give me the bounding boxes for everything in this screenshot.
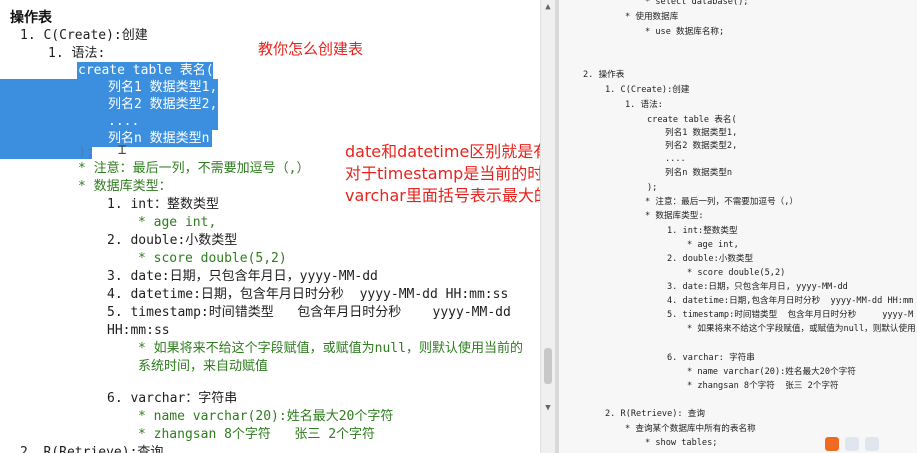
list-item: HH:mm:ss [107,323,170,338]
vertical-scrollbar[interactable]: ▲ ▼ [540,0,555,453]
code-line[interactable]: .... [108,113,139,131]
tray-app-icon[interactable] [845,437,859,451]
scroll-down-icon[interactable]: ▼ [543,403,553,413]
section-heading: 操作表 [10,9,52,25]
comment-line: * score double(5,2) [138,251,287,266]
tray-app-icon[interactable] [825,437,839,451]
list-item: 2. double:小数类型 [107,233,238,248]
list-item: 1. 语法: [48,46,106,61]
scroll-up-icon[interactable]: ▲ [543,2,553,12]
preview-line: create table 表名( [647,115,737,125]
code-line[interactable]: 列名1 数据类型1, [108,79,217,97]
preview-line: * 数据库类型: [645,211,704,221]
preview-line: ); [647,183,658,193]
preview-line: * select database(); [645,0,749,7]
list-item: 1. C(Create):创建 [20,28,148,43]
system-tray [825,435,879,453]
preview-line: .... [665,154,686,164]
preview-line: * score double(5,2) [687,268,786,278]
preview-line: * use 数据库名称; [645,27,725,37]
comment-line: * age int, [138,215,217,230]
markdown-editor-pane[interactable]: 操作表 1. C(Create):创建 1. 语法: create table … [0,0,540,453]
preview-line: 1. C(Create):创建 [605,85,690,95]
preview-line: 6. varchar: 字符串 [667,353,755,363]
code-line[interactable]: create table 表名( [78,62,214,80]
code-line[interactable]: 列名2 数据类型2, [108,96,217,114]
annotation-line: date和datetime区别就是有没有时间在 [345,142,540,161]
comment-line: * name varchar(20):姓名最大20个字符 [138,409,394,424]
list-item: 2. R(Retrieve):查询 [20,445,164,453]
preview-line: 4. datetime:日期,包含年月日时分秒 yyyy-MM-dd HH:mm [667,296,914,306]
preview-line: 1. 语法: [625,100,663,110]
preview-line: 5. timestamp:时间错类型 包含年月日时分秒 yyyy-M [667,310,914,320]
scrollbar-thumb[interactable] [544,348,552,384]
list-item: 5. timestamp:时间错类型 包含年月日时分秒 yyyy-MM-dd [107,305,511,320]
preview-line: * 使用数据库 [625,12,679,22]
preview-line: 1. int:整数类型 [667,226,738,236]
preview-pane: * select database(); * 使用数据库 * use 数据库名称… [559,0,917,453]
list-item: 3. date:日期，只包含年月日，yyyy-MM-dd [107,269,378,284]
preview-line: 列名n 数据类型n [665,168,733,178]
preview-line: 2. 操作表 [583,70,625,80]
comment-line: 系统时间，来自动赋值 [138,359,269,374]
preview-line: * age int, [687,240,739,250]
preview-line: * 如果将来不给这个字段赋值，或赋值为null，则默认使用 [687,324,916,334]
preview-line: * name varchar(20):姓名最大20个字符 [687,367,856,377]
preview-line: * zhangsan 8个字符 张三 2个字符 [687,381,839,391]
annotation-line: varchar里面括号表示最大的字符是多少个 [345,186,540,205]
comment-line: * 注意：最后一列，不需要加逗号（,） [78,161,310,176]
list-item: 1. int：整数类型 [107,197,219,212]
preview-line: 列名1 数据类型1, [665,128,738,138]
preview-line: 2. double:小数类型 [667,254,754,264]
comment-line: * zhangsan 8个字符 张三 2个字符 [138,427,376,442]
preview-line: * 查询某个数据库中所有的表名称 [625,424,756,434]
text-cursor-icon: ⌶ [118,142,127,158]
annotation-teach: 教你怎么创建表 [258,40,364,58]
preview-line: 2. R(Retrieve): 查询 [605,409,705,419]
preview-line: * show tables; [645,438,718,448]
preview-line: 3. date:日期，只包含年月日, yyyy-MM-dd [667,282,848,292]
comment-line: * 数据库类型： [78,179,172,194]
list-item: 6. varchar：字符串 [107,391,238,406]
list-item: 4. datetime:日期，包含年月日时分秒 yyyy-MM-dd HH:mm… [107,287,509,302]
preview-line: * 注意：最后一列，不需要加逗号（,） [645,197,799,207]
comment-line: * 如果将来不给这个字段赋值，或赋值为null，则默认使用当前的 [138,341,523,356]
preview-line: 列名2 数据类型2, [665,141,738,151]
annotation-line: 对于timestamp是当前的时间，时间戳 [345,164,540,183]
tray-app-icon[interactable] [865,437,879,451]
